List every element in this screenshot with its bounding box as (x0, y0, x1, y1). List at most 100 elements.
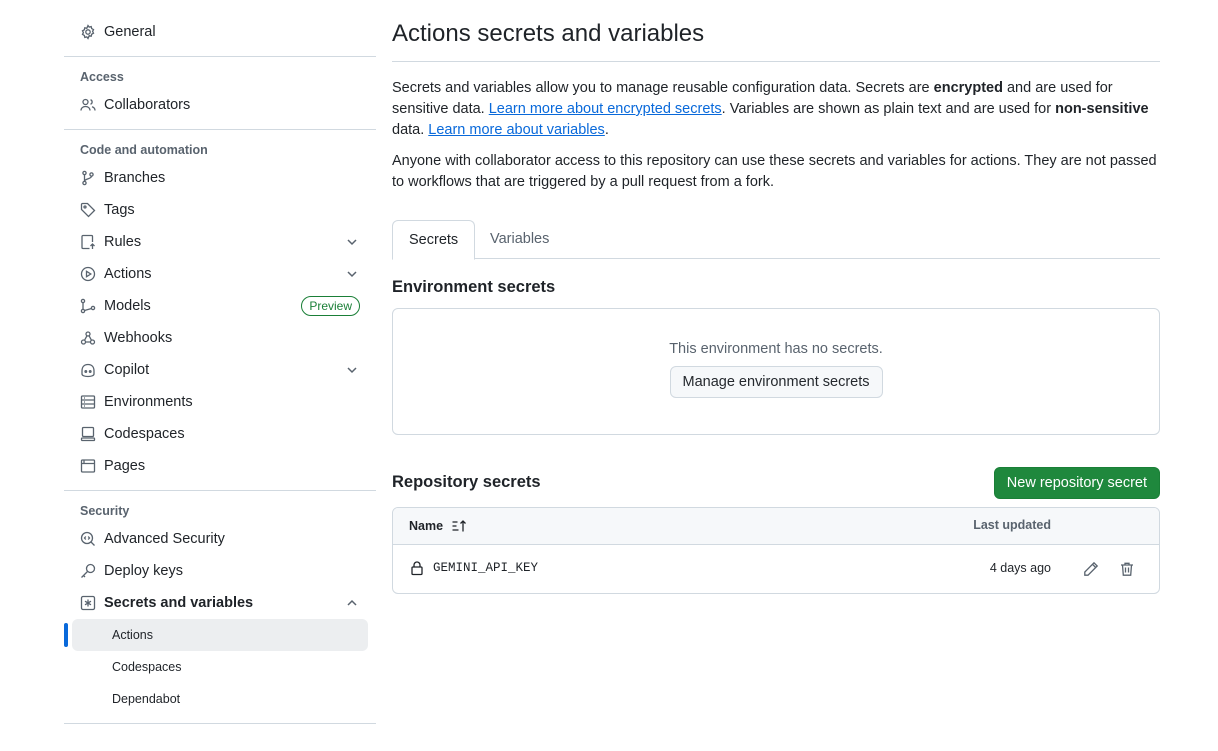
tab-bar: Secrets Variables (392, 220, 1160, 260)
table-row: GEMINI_API_KEY 4 days ago (393, 545, 1159, 593)
sidebar-subitem-dependabot[interactable]: Dependabot (72, 683, 368, 715)
learn-more-variables-link[interactable]: Learn more about variables (428, 122, 605, 138)
sidebar-item-label: Deploy keys (104, 563, 183, 579)
sidebar-divider (64, 129, 376, 130)
copilot-icon (80, 362, 96, 378)
sidebar-item-models[interactable]: Models Preview (64, 290, 376, 322)
sidebar-item-environments[interactable]: Environments (64, 386, 376, 418)
sidebar-item-label: Webhooks (104, 330, 173, 346)
sidebar-subitem-codespaces[interactable]: Codespaces (72, 651, 368, 683)
browser-icon (80, 458, 96, 474)
sidebar-item-deploy-keys[interactable]: Deploy keys (64, 555, 376, 587)
page-title: Actions secrets and variables (392, 16, 1160, 62)
column-header-last-updated: Last updated (973, 518, 1051, 532)
tag-icon (80, 202, 96, 218)
sidebar-item-label: Copilot (104, 362, 150, 378)
intro-text: data. (392, 122, 429, 138)
sidebar-subitem-actions[interactable]: Actions (64, 619, 368, 651)
sidebar-item-codespaces[interactable]: Codespaces (64, 418, 376, 450)
delete-secret-button[interactable] (1115, 557, 1139, 581)
environment-empty-text: This environment has no secrets. (669, 341, 883, 357)
column-header-name-label: Name (409, 519, 444, 533)
intro-text: . Variables are shown as plain text and … (721, 101, 1056, 117)
sidebar-section-access: Access (80, 70, 124, 84)
sidebar-item-label: Advanced Security (104, 531, 225, 547)
preview-badge: Preview (301, 296, 360, 316)
chevron-up-icon[interactable] (344, 595, 360, 611)
play-circle-icon (80, 266, 96, 282)
sidebar-section-security: Security (80, 504, 130, 518)
sidebar-item-label: Rules (104, 234, 142, 250)
gear-icon (80, 24, 96, 40)
intro-bold-non-sensitive: non-sensitive (1055, 101, 1149, 117)
repository-secrets-table: Name Last updated GEMINI_API_KEY 4 days … (392, 507, 1160, 594)
sidebar-item-webhooks[interactable]: Webhooks (64, 322, 376, 354)
sidebar-item-collaborators[interactable]: Collaborators (64, 89, 376, 121)
models-icon (80, 298, 96, 314)
chevron-down-icon[interactable] (344, 234, 360, 250)
sidebar-item-pages[interactable]: Pages (64, 450, 376, 482)
tab-variables[interactable]: Variables (474, 220, 565, 259)
secret-last-updated: 4 days ago (989, 561, 1051, 575)
active-indicator (64, 623, 68, 647)
webhook-icon (80, 330, 96, 346)
sidebar-item-general[interactable]: General (64, 16, 376, 48)
repository-secrets-header: Repository secrets New repository secret (392, 467, 1160, 499)
chevron-down-icon[interactable] (344, 266, 360, 282)
sidebar-item-rules[interactable]: Rules (64, 226, 376, 258)
intro-text: Secrets and variables allow you to manag… (392, 80, 934, 96)
sort-ascending-icon (452, 520, 467, 532)
new-repository-secret-button[interactable]: New repository secret (993, 467, 1160, 499)
sidebar-divider (64, 490, 376, 491)
intro-bold-encrypted: encrypted (933, 80, 1003, 96)
sidebar-divider (64, 723, 376, 724)
sidebar-item-label: Actions (104, 266, 152, 282)
key-asterisk-icon (80, 595, 96, 611)
sidebar-subitem-label: Actions (112, 628, 153, 642)
sidebar-divider (64, 56, 376, 57)
key-icon (80, 563, 96, 579)
main-content: Actions secrets and variables Secrets an… (392, 16, 1160, 594)
codescan-icon (80, 531, 96, 547)
sidebar-item-label: Branches (104, 170, 166, 186)
sidebar-item-label: Collaborators (104, 97, 191, 113)
sidebar-item-copilot[interactable]: Copilot (64, 354, 376, 386)
git-branch-icon (80, 170, 96, 186)
intro-paragraph: Secrets and variables allow you to manag… (392, 78, 1160, 141)
tab-secrets[interactable]: Secrets (392, 220, 476, 260)
sidebar-item-branches[interactable]: Branches (64, 162, 376, 194)
sidebar-item-label: Tags (104, 202, 135, 218)
column-header-name[interactable]: Name (409, 518, 467, 534)
sidebar-item-label: Models (104, 298, 151, 314)
sidebar-subitem-label: Codespaces (112, 660, 182, 674)
edit-secret-button[interactable] (1079, 557, 1103, 581)
environment-secrets-heading: Environment secrets (392, 278, 556, 296)
environment-secrets-box: This environment has no secrets. Manage … (392, 308, 1160, 435)
chevron-down-icon[interactable] (344, 362, 360, 378)
sidebar-item-label: Secrets and variables (104, 595, 254, 611)
people-icon (80, 97, 96, 113)
server-icon (80, 394, 96, 410)
codespaces-icon (80, 426, 96, 442)
pencil-icon (1084, 561, 1099, 576)
lock-icon (411, 561, 423, 576)
sidebar-item-advanced-security[interactable]: Advanced Security (64, 523, 376, 555)
settings-sidebar: General Access Collaborators Code and au… (64, 16, 376, 732)
trash-icon (1121, 562, 1133, 576)
sidebar-item-label: Environments (104, 394, 193, 410)
sidebar-item-label: General (104, 24, 156, 40)
sidebar-item-actions[interactable]: Actions (64, 258, 376, 290)
secret-name: GEMINI_API_KEY (433, 561, 539, 575)
sidebar-subitem-label: Dependabot (112, 692, 181, 706)
collaborator-note: Anyone with collaborator access to this … (392, 153, 1157, 190)
sidebar-section-code-automation: Code and automation (80, 143, 208, 157)
sidebar-item-label: Codespaces (104, 426, 185, 442)
sidebar-item-label: Pages (104, 458, 146, 474)
learn-more-secrets-link[interactable]: Learn more about encrypted secrets (489, 101, 722, 117)
manage-environment-secrets-button[interactable]: Manage environment secrets (669, 366, 883, 398)
table-header: Name Last updated (393, 508, 1159, 545)
intro-text: . (604, 122, 609, 138)
repo-push-icon (80, 234, 96, 250)
sidebar-item-tags[interactable]: Tags (64, 194, 376, 226)
sidebar-item-secrets-and-variables[interactable]: Secrets and variables (64, 587, 376, 619)
